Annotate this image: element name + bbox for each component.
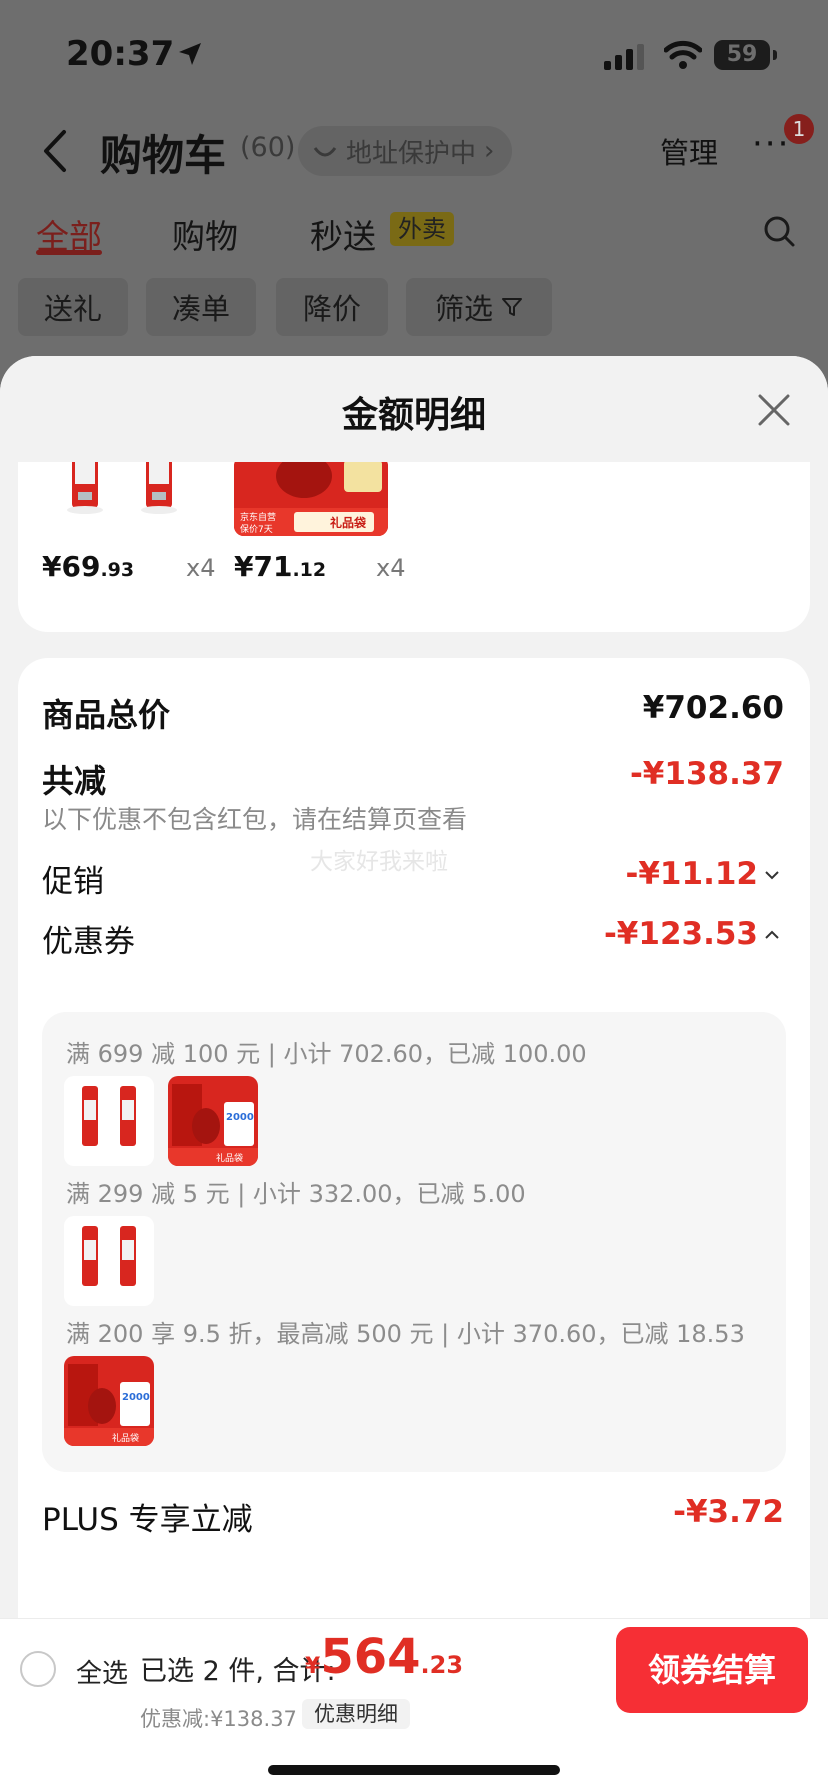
cart-nav-bar: 购物车 (60) 地址保护中 › 管理 ··· 1 <box>0 110 828 190</box>
coupon-1-product-bottles <box>64 1076 154 1166</box>
gift-protect-text: 保价7天 <box>240 523 273 535</box>
chip-filter[interactable]: 筛选 <box>406 278 552 336</box>
chip-add-on-label: 凑单 <box>171 292 230 326</box>
chip-price-drop[interactable]: 降价 <box>276 278 388 336</box>
tab-instant-delivery[interactable]: 秒送 <box>310 210 376 258</box>
product-2-price-dec: .12 <box>292 559 327 581</box>
tab-shopping[interactable]: 购物 <box>172 210 238 258</box>
plus-discount-label: PLUS 专享立减 <box>42 1502 253 1538</box>
chip-add-on[interactable]: 凑单 <box>146 278 256 336</box>
select-all-label[interactable]: 全选 <box>76 1653 128 1690</box>
cart-tabs: 全部 购物 秒送 外卖 <box>0 200 828 260</box>
sheet-header: 金额明细 <box>0 356 828 462</box>
total-price-value: ¥702.60 <box>642 690 784 726</box>
gift-store-text: 京东自营 <box>240 511 276 523</box>
total-reduction-label: 共减 <box>42 762 107 800</box>
back-arrow-icon[interactable] <box>40 128 70 174</box>
product-image-baijiu-bottles <box>42 462 202 532</box>
total-amount: ¥564.23 <box>305 1629 463 1685</box>
home-indicator <box>268 1765 560 1775</box>
promotion-value[interactable]: -¥11.12 <box>626 856 759 892</box>
watermark-text: 大家好我来啦 <box>310 849 448 875</box>
coupon-label: 优惠券 <box>42 924 135 960</box>
status-time: 20:37 <box>66 34 175 74</box>
coupon-3-product-gift-set: 2000 礼品袋 <box>64 1356 154 1446</box>
product-2-price: ¥71.12 <box>234 550 326 583</box>
address-protection-label: 地址保护中 <box>346 138 477 169</box>
takeout-tag: 外卖 <box>390 212 454 246</box>
chip-price-drop-label: 降价 <box>302 292 361 326</box>
notification-badge: 1 <box>784 114 814 144</box>
chip-gift-label: 送礼 <box>43 292 102 326</box>
product-2-price-int: ¥71 <box>234 550 293 583</box>
discount-saved: 优惠减:¥138.37 <box>140 1707 297 1731</box>
chip-gift[interactable]: 送礼 <box>18 278 128 336</box>
checkout-button[interactable]: 领券结算 <box>616 1627 808 1713</box>
sheet-title: 金额明细 <box>341 395 486 436</box>
cellular-signal-icon <box>604 44 644 70</box>
active-tab-indicator <box>36 250 102 255</box>
filter-chips: 送礼 凑单 降价 筛选 <box>0 278 828 338</box>
manage-button[interactable]: 管理 <box>660 130 718 172</box>
close-icon[interactable] <box>756 392 792 428</box>
coupon-3-gift-badge-text: 2000 <box>122 1392 150 1403</box>
gift-bag-text: 礼品袋 <box>330 515 367 530</box>
product-1-price-int: ¥69 <box>42 550 101 583</box>
select-all-radio[interactable] <box>20 1651 56 1687</box>
total-yen: ¥ <box>305 1654 321 1679</box>
coupon-1-gift-bag-text: 礼品袋 <box>216 1152 243 1164</box>
total-price-label: 商品总价 <box>42 696 171 734</box>
amount-detail-sheet: 京东自营 保价7天 礼品袋 ¥69.93 x4 ¥71.12 x4 商品总价 ¥… <box>0 356 828 1792</box>
coupon-line-2: 满 299 减 5 元 | 小计 332.00，已减 5.00 <box>66 1180 526 1208</box>
filter-funnel-icon <box>502 298 522 316</box>
cart-count: (60) <box>240 132 296 163</box>
address-protection-pill[interactable]: 地址保护中 › <box>298 126 513 176</box>
chevron-right-icon: › <box>484 136 495 166</box>
total-int: 564 <box>320 1629 421 1685</box>
product-1-qty: x4 <box>186 554 216 582</box>
coupon-2-product-bottles <box>64 1216 154 1306</box>
wifi-icon <box>664 40 702 69</box>
coupon-value[interactable]: -¥123.53 <box>604 916 758 952</box>
battery-icon: 59 <box>714 40 777 70</box>
total-dec: .23 <box>420 1651 464 1679</box>
product-2-qty: x4 <box>376 554 406 582</box>
coupon-line-3: 满 200 享 9.5 折，最高减 500 元 | 小计 370.60，已减 1… <box>66 1320 745 1348</box>
total-reduction-value: -¥138.37 <box>629 756 784 792</box>
coupon-1-gift-badge-text: 2000 <box>226 1112 254 1123</box>
promotion-label: 促销 <box>42 864 104 900</box>
coupon-3-gift-bag-text: 礼品袋 <box>112 1432 139 1444</box>
coupon-1-product-gift-set: 2000 礼品袋 <box>168 1076 258 1166</box>
coupon-line-1: 满 699 减 100 元 | 小计 702.60，已减 100.00 <box>66 1040 587 1068</box>
coupon-breakdown: 满 699 减 100 元 | 小计 702.60，已减 100.00 2000… <box>42 1012 786 1472</box>
checkout-bar: 全选 已选 2 件, 合计: ¥564.23 优惠减:¥138.37 优惠明细 … <box>0 1618 828 1792</box>
page-title: 购物车 <box>100 131 227 180</box>
chevron-down-icon[interactable] <box>764 870 780 880</box>
discount-detail-button[interactable]: 优惠明细 <box>302 1699 410 1729</box>
plus-discount-value: -¥3.72 <box>673 1494 784 1530</box>
selected-products-card: 京东自营 保价7天 礼品袋 ¥69.93 x4 ¥71.12 x4 <box>18 462 810 632</box>
product-1-price: ¥69.93 <box>42 550 134 583</box>
product-image-gift-set: 京东自营 保价7天 礼品袋 <box>234 462 388 536</box>
status-bar: 20:37 59 <box>0 0 828 110</box>
search-icon[interactable] <box>762 214 796 248</box>
product-1-price-dec: .93 <box>100 559 135 581</box>
chevron-up-icon[interactable] <box>764 930 780 940</box>
chip-filter-label: 筛选 <box>434 292 493 326</box>
smile-icon <box>313 147 337 157</box>
location-arrow-icon <box>179 43 201 65</box>
reduction-note: 以下优惠不包含红包，请在结算页查看 <box>42 805 468 834</box>
